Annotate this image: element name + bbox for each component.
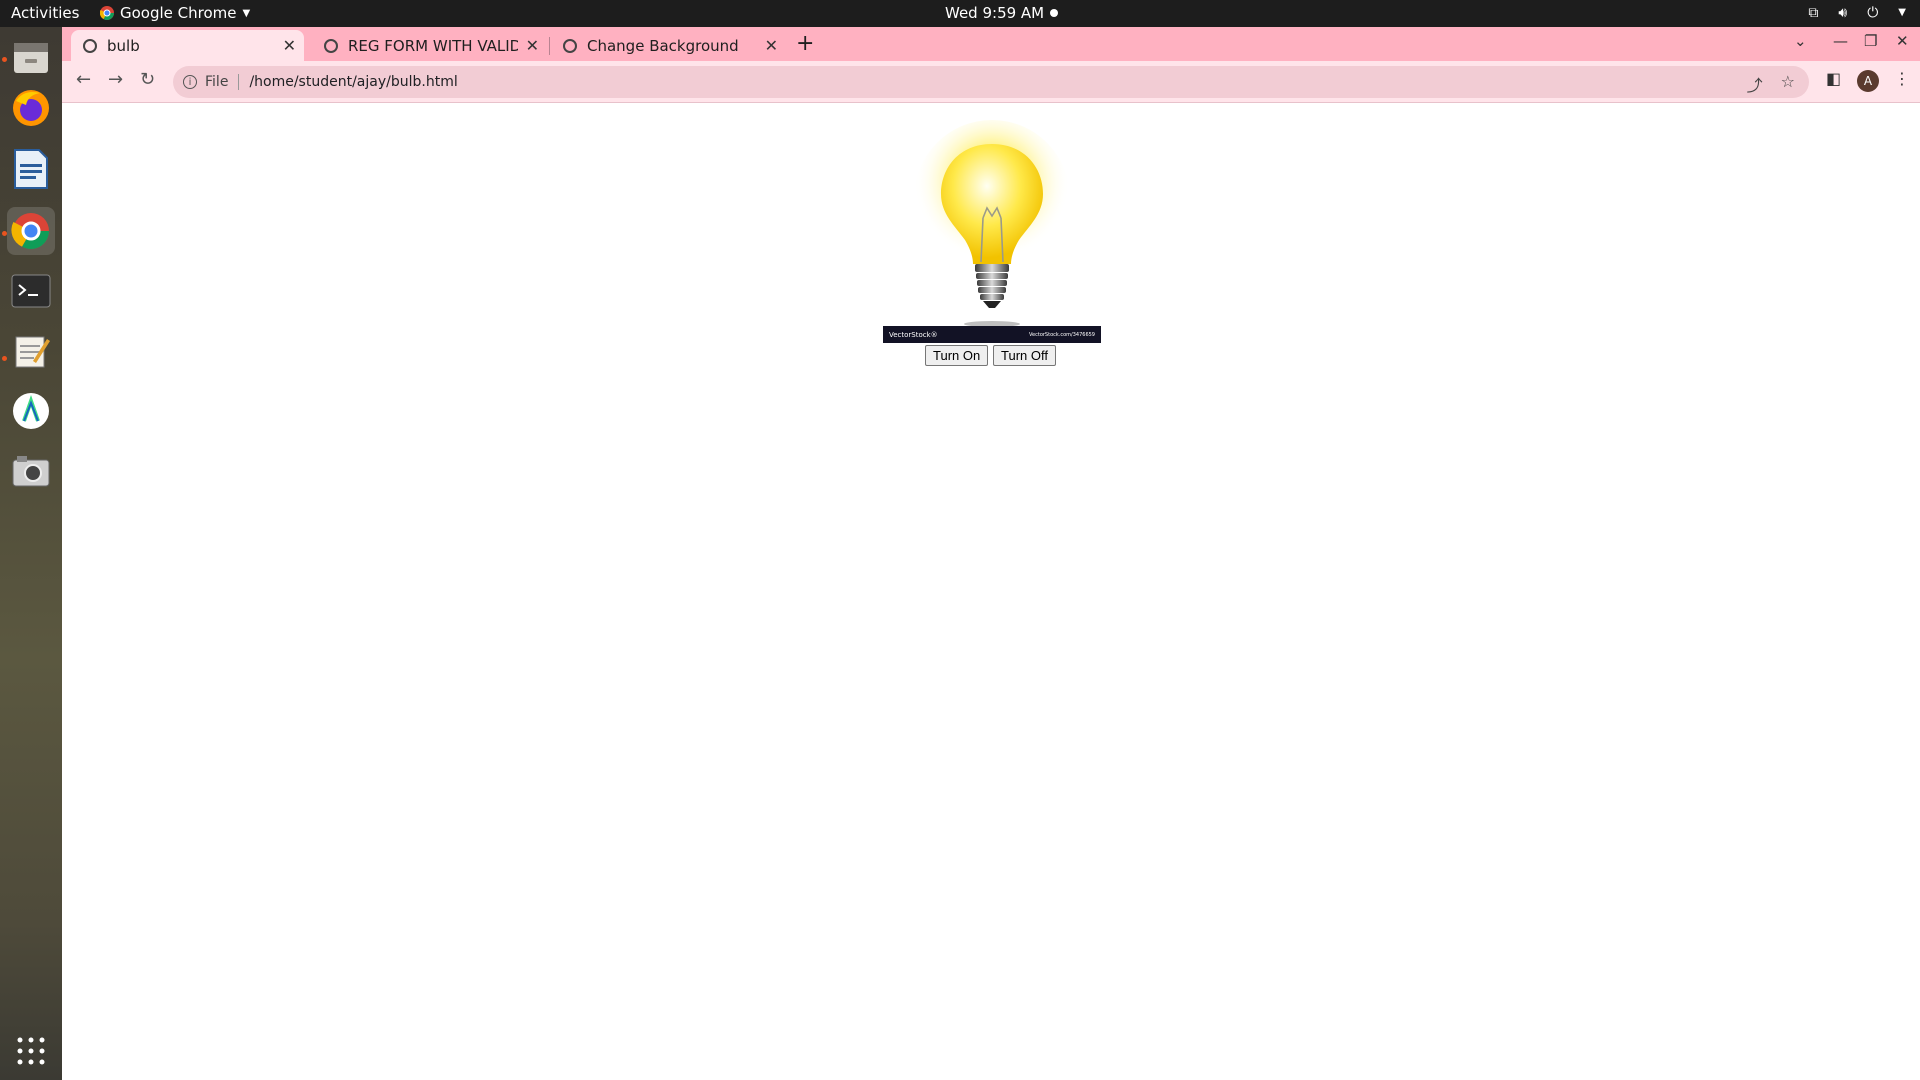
restore-button[interactable]: ❐ [1864, 32, 1877, 50]
tab-change-background[interactable]: Change Background ✕ [551, 30, 786, 61]
info-icon[interactable]: i [183, 75, 197, 89]
globe-icon [563, 38, 577, 53]
tab-title: bulb [107, 36, 140, 55]
volume-icon[interactable]: 🔊︎ [1838, 4, 1847, 22]
globe-icon [83, 38, 97, 53]
network-icon[interactable]: ⧉ [1808, 4, 1818, 22]
power-icon[interactable]: ⏻ [1867, 4, 1878, 22]
tab-title: REG FORM WITH VALIDAT [348, 36, 518, 55]
globe-icon [324, 38, 338, 53]
tab-strip: bulb ✕ REG FORM WITH VALIDAT ✕ Change Ba… [62, 27, 1920, 61]
browser-window: bulb ✕ REG FORM WITH VALIDAT ✕ Change Ba… [62, 27, 1920, 1080]
close-tab-icon[interactable]: ✕ [765, 36, 778, 55]
vectorstock-watermark: VectorStock® VectorStock.com/3476659 [883, 326, 1101, 343]
dock [0, 27, 62, 1080]
share-icon[interactable]: ⤴ [1747, 72, 1763, 96]
side-panel-icon[interactable]: ◧ [1826, 69, 1841, 88]
lightbulb-image [914, 120, 1070, 327]
turn-on-button[interactable]: Turn On [925, 345, 989, 366]
files-icon[interactable] [7, 33, 55, 81]
chevron-down-icon[interactable]: ▼ [1898, 4, 1906, 22]
running-indicator [2, 231, 7, 236]
browser-toolbar: ← → ↻ i File /home/student/ajay/bulb.htm… [62, 61, 1920, 103]
reload-button[interactable]: ↻ [140, 69, 155, 90]
close-window-button[interactable]: ✕ [1896, 32, 1909, 50]
page-content: VectorStock® VectorStock.com/3476659 Tur… [62, 104, 1920, 1080]
minimize-button[interactable]: — [1833, 32, 1848, 50]
running-indicator [2, 356, 7, 361]
tab-separator [549, 37, 550, 55]
watermark-right: VectorStock.com/3476659 [1029, 331, 1095, 338]
activities-button[interactable]: Activities [11, 4, 79, 22]
url-scheme: File [205, 74, 229, 90]
chrome-icon[interactable] [7, 207, 55, 255]
app-menu-label: Google Chrome [120, 4, 237, 22]
close-tab-icon[interactable]: ✕ [526, 36, 539, 55]
system-tray[interactable]: ⧉ 🔊︎ ⏻ ▼ [1808, 4, 1906, 22]
divider [238, 74, 240, 90]
chrome-small-icon [100, 6, 114, 20]
terminal-icon[interactable] [7, 267, 55, 315]
writer-icon[interactable] [7, 145, 55, 193]
back-button[interactable]: ← [76, 69, 91, 90]
android-studio-icon[interactable] [7, 387, 55, 435]
tab-title: Change Background [587, 36, 739, 55]
more-menu-icon[interactable]: ⋮ [1894, 69, 1910, 88]
gnome-top-bar: Activities Google Chrome ▼ Wed 9:59 AM ⧉… [0, 0, 1920, 27]
tab-search-icon[interactable]: ⌄ [1794, 32, 1807, 50]
clock-label: Wed 9:59 AM [945, 4, 1045, 22]
show-apps-icon[interactable] [7, 1027, 55, 1075]
address-bar[interactable]: i File /home/student/ajay/bulb.html ⤴ ☆ [173, 66, 1809, 98]
forward-button[interactable]: → [108, 69, 123, 90]
notification-dot-icon [1050, 9, 1059, 17]
close-tab-icon[interactable]: ✕ [283, 36, 296, 55]
tab-reg-form[interactable]: REG FORM WITH VALIDAT ✕ [312, 30, 547, 61]
new-tab-button[interactable]: + [796, 31, 814, 56]
watermark-left: VectorStock® [889, 330, 938, 339]
url-text[interactable]: /home/student/ajay/bulb.html [249, 74, 457, 90]
clock[interactable]: Wed 9:59 AM [945, 4, 1059, 22]
avatar[interactable]: A [1857, 70, 1879, 92]
chevron-down-icon: ▼ [242, 7, 251, 19]
firefox-icon[interactable] [7, 84, 55, 132]
turn-off-button[interactable]: Turn Off [993, 345, 1056, 366]
text-editor-icon[interactable] [7, 327, 55, 375]
app-menu[interactable]: Google Chrome ▼ [100, 4, 250, 22]
camera-icon[interactable] [7, 447, 55, 495]
tab-bulb[interactable]: bulb ✕ [71, 30, 304, 61]
bookmark-star-icon[interactable]: ☆ [1781, 72, 1795, 96]
